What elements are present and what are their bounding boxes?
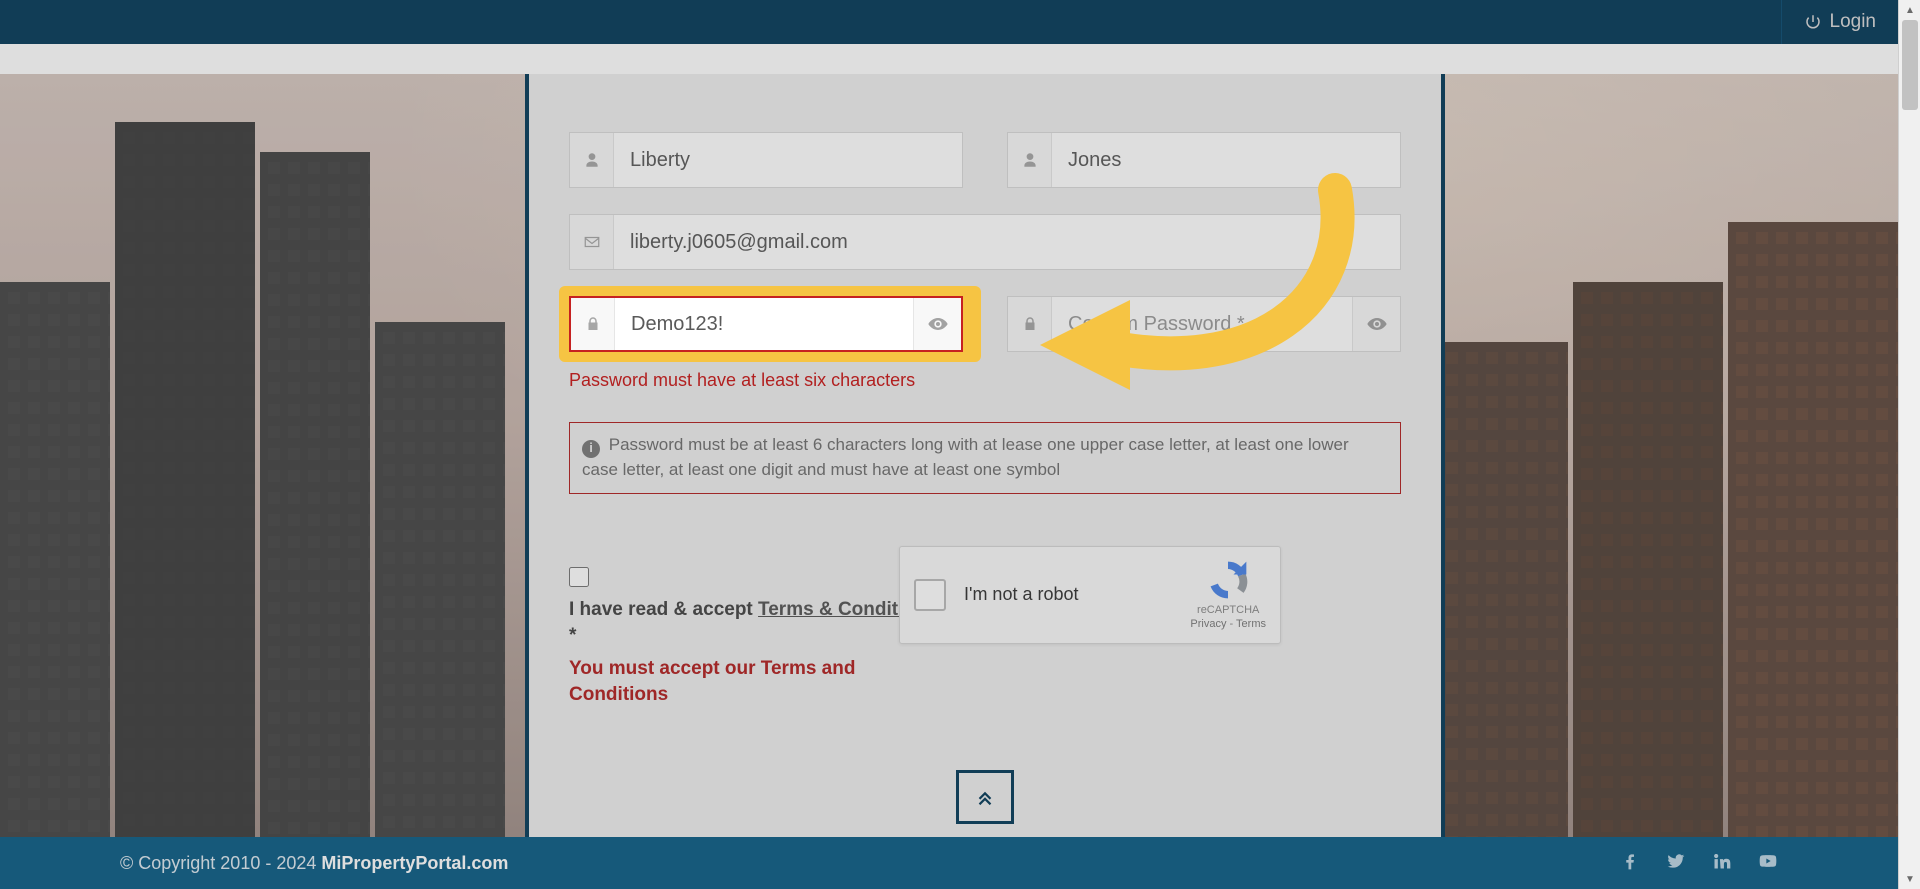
user-icon bbox=[1008, 133, 1052, 187]
scroll-to-top-button[interactable] bbox=[956, 770, 1014, 824]
eye-icon bbox=[927, 313, 949, 335]
scrollbar-thumb[interactable] bbox=[1902, 20, 1918, 110]
youtube-link[interactable] bbox=[1758, 851, 1778, 876]
terms-checkbox-row: I have read & accept Terms & Conditions … bbox=[569, 564, 939, 650]
password-input[interactable] bbox=[615, 298, 913, 350]
highlight-box bbox=[559, 286, 981, 362]
password-rule-text: Password must be at least 6 characters l… bbox=[582, 435, 1349, 479]
terms-area: I have read & accept Terms & Conditions … bbox=[569, 564, 1401, 709]
toggle-password-visibility[interactable] bbox=[913, 298, 961, 350]
facebook-link[interactable] bbox=[1620, 851, 1640, 876]
login-label: Login bbox=[1830, 11, 1877, 33]
recaptcha-icon bbox=[1206, 558, 1250, 602]
linkedin-icon bbox=[1712, 851, 1732, 871]
lock-icon bbox=[1008, 297, 1052, 351]
first-name-field bbox=[569, 132, 963, 188]
recaptcha-terms-link[interactable]: Terms bbox=[1236, 618, 1266, 630]
facebook-icon bbox=[1620, 851, 1640, 871]
required-asterisk: * bbox=[569, 625, 576, 646]
recaptcha-checkbox[interactable] bbox=[914, 579, 946, 611]
first-name-input[interactable] bbox=[614, 133, 962, 187]
info-icon: i bbox=[582, 440, 600, 458]
recaptcha-widget: I'm not a robot reCAPTCHA Privacy - Term… bbox=[899, 546, 1281, 644]
linkedin-link[interactable] bbox=[1712, 851, 1732, 876]
email-input[interactable] bbox=[614, 215, 1400, 269]
toggle-confirm-password-visibility[interactable] bbox=[1352, 297, 1400, 351]
youtube-icon bbox=[1758, 851, 1778, 871]
last-name-input[interactable] bbox=[1052, 133, 1400, 187]
footer: © Copyright 2010 - 2024 MiPropertyPortal… bbox=[0, 837, 1898, 889]
top-nav: Login bbox=[0, 0, 1898, 44]
terms-error: You must accept our Terms and Conditions bbox=[569, 656, 939, 709]
footer-copyright: © Copyright 2010 - 2024 bbox=[120, 853, 321, 873]
terms-checkbox[interactable] bbox=[569, 567, 589, 587]
twitter-icon bbox=[1666, 851, 1686, 871]
footer-brand: MiPropertyPortal.com bbox=[321, 853, 508, 873]
password-rule-banner: i Password must be at least 6 characters… bbox=[569, 422, 1401, 493]
scrollbar-down-button[interactable]: ▼ bbox=[1899, 869, 1920, 889]
email-field bbox=[569, 214, 1401, 270]
signup-card: Password must have at least six characte… bbox=[525, 74, 1445, 842]
password-error: Password must have at least six characte… bbox=[569, 368, 963, 392]
recaptcha-brand: reCAPTCHA bbox=[1190, 604, 1266, 618]
password-field: Password must have at least six characte… bbox=[569, 296, 963, 392]
twitter-link[interactable] bbox=[1666, 851, 1686, 876]
header-strip bbox=[0, 44, 1898, 74]
chevron-double-up-icon bbox=[974, 786, 996, 808]
envelope-icon bbox=[570, 215, 614, 269]
hero-background: Password must have at least six characte… bbox=[0, 74, 1898, 842]
recaptcha-privacy-link[interactable]: Privacy bbox=[1190, 618, 1226, 630]
confirm-password-input[interactable] bbox=[1052, 297, 1352, 351]
lock-icon bbox=[571, 298, 615, 350]
last-name-field bbox=[1007, 132, 1401, 188]
eye-icon bbox=[1366, 313, 1388, 335]
scrollbar-up-button[interactable]: ▲ bbox=[1899, 0, 1920, 20]
login-button[interactable]: Login bbox=[1781, 0, 1899, 44]
footer-socials bbox=[1620, 851, 1778, 876]
user-icon bbox=[570, 133, 614, 187]
terms-label-prefix: I have read & accept bbox=[569, 599, 758, 620]
recaptcha-label: I'm not a robot bbox=[964, 584, 1079, 605]
confirm-password-field bbox=[1007, 296, 1401, 352]
power-icon bbox=[1804, 13, 1822, 31]
browser-scrollbar[interactable]: ▲ ▼ bbox=[1898, 0, 1920, 889]
